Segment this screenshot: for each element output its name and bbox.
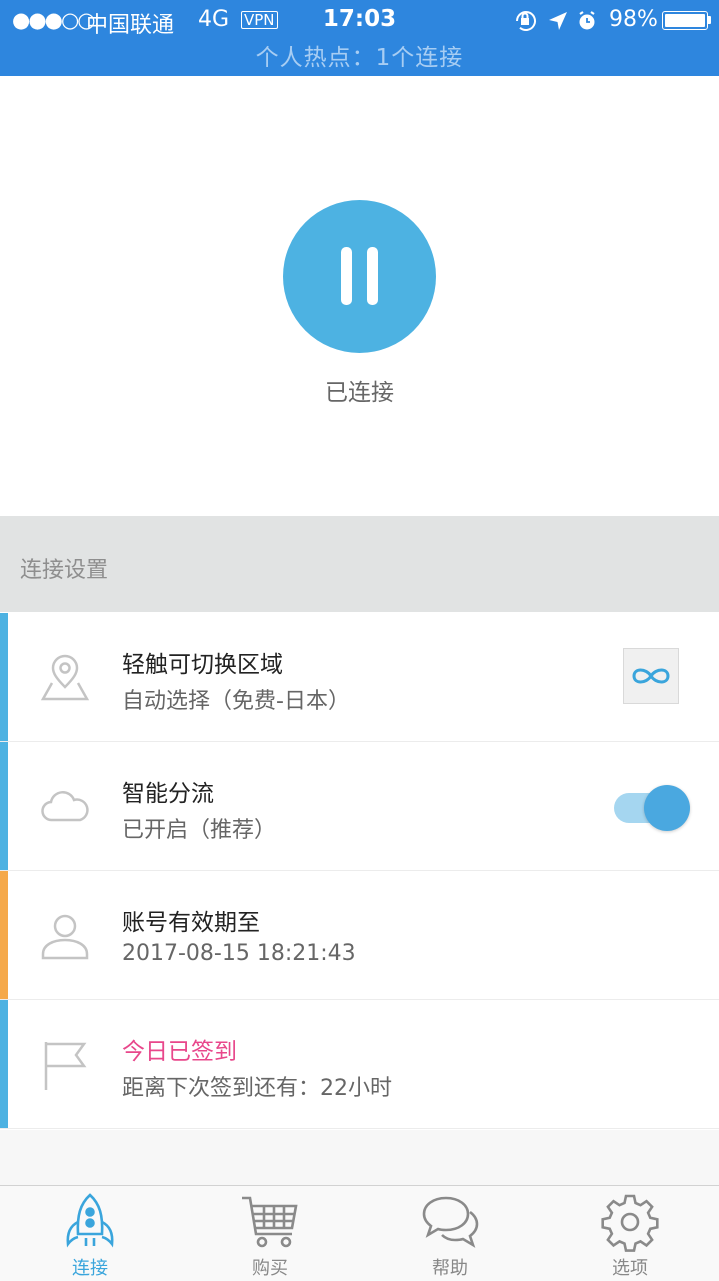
smart-routing-subtitle: 已开启（推荐） [122, 818, 277, 843]
battery-icon [662, 11, 708, 30]
tab-help[interactable]: 帮助 [360, 1186, 540, 1281]
section-header: 连接设置 [0, 516, 719, 612]
account-expiry-row[interactable]: 账号有效期至 2017-08-15 18:21:43 [0, 871, 719, 1000]
checkin-status: 今日已签到 [122, 1039, 237, 1065]
flag-icon [44, 1042, 87, 1090]
battery-percent: 98% [609, 7, 658, 32]
connection-status: 已连接 [325, 380, 394, 406]
smart-routing-toggle[interactable] [612, 785, 690, 831]
cloud-icon [41, 791, 89, 822]
checkin-countdown: 距离下次签到还有：22小时 [122, 1076, 392, 1101]
account-expiry-title: 账号有效期至 [122, 910, 260, 936]
hotspot-banner[interactable]: 个人热点：1个连接 [0, 38, 719, 72]
tab-connect[interactable]: 连接 [0, 1186, 180, 1281]
pause-icon [341, 247, 352, 305]
infinity-icon [632, 668, 670, 684]
tab-label-connect: 连接 [72, 1258, 108, 1279]
smart-routing-row[interactable]: 智能分流 已开启（推荐） [0, 742, 719, 871]
location-arrow-icon [549, 12, 567, 30]
user-icon [41, 914, 89, 960]
chat-bubbles-icon [422, 1196, 479, 1248]
alarm-icon [579, 11, 595, 30]
tab-bar: 连接 购买 帮助 选项 [0, 1185, 719, 1281]
cart-icon [242, 1196, 298, 1248]
location-pin-icon [40, 654, 90, 701]
region-mode-button[interactable] [623, 648, 679, 704]
account-expiry-date: 2017-08-15 18:21:43 [122, 941, 356, 966]
region-title: 轻触可切换区域 [122, 652, 283, 678]
rocket-icon [66, 1193, 114, 1248]
smart-routing-title: 智能分流 [122, 781, 214, 807]
status-icons [513, 8, 603, 38]
tab-label-buy: 购买 [252, 1258, 288, 1279]
status-bar: ●●●○○ 中国联通 4G VPN 17:03 98% 个人热点：1个连接 [0, 0, 719, 76]
tab-options[interactable]: 选项 [540, 1186, 719, 1281]
rotation-lock-icon [516, 11, 536, 31]
gear-icon [601, 1194, 659, 1252]
section-title: 连接设置 [20, 558, 109, 583]
region-subtitle: 自动选择（免费-日本） [122, 689, 350, 714]
tab-buy[interactable]: 购买 [180, 1186, 360, 1281]
connect-toggle-button[interactable] [283, 200, 436, 353]
content-footer [0, 1130, 719, 1185]
tab-label-options: 选项 [612, 1258, 648, 1279]
tab-label-help: 帮助 [432, 1258, 468, 1279]
region-select-row[interactable]: 轻触可切换区域 自动选择（免费-日本） [0, 613, 719, 742]
checkin-row[interactable]: 今日已签到 距离下次签到还有：22小时 [0, 1000, 719, 1129]
